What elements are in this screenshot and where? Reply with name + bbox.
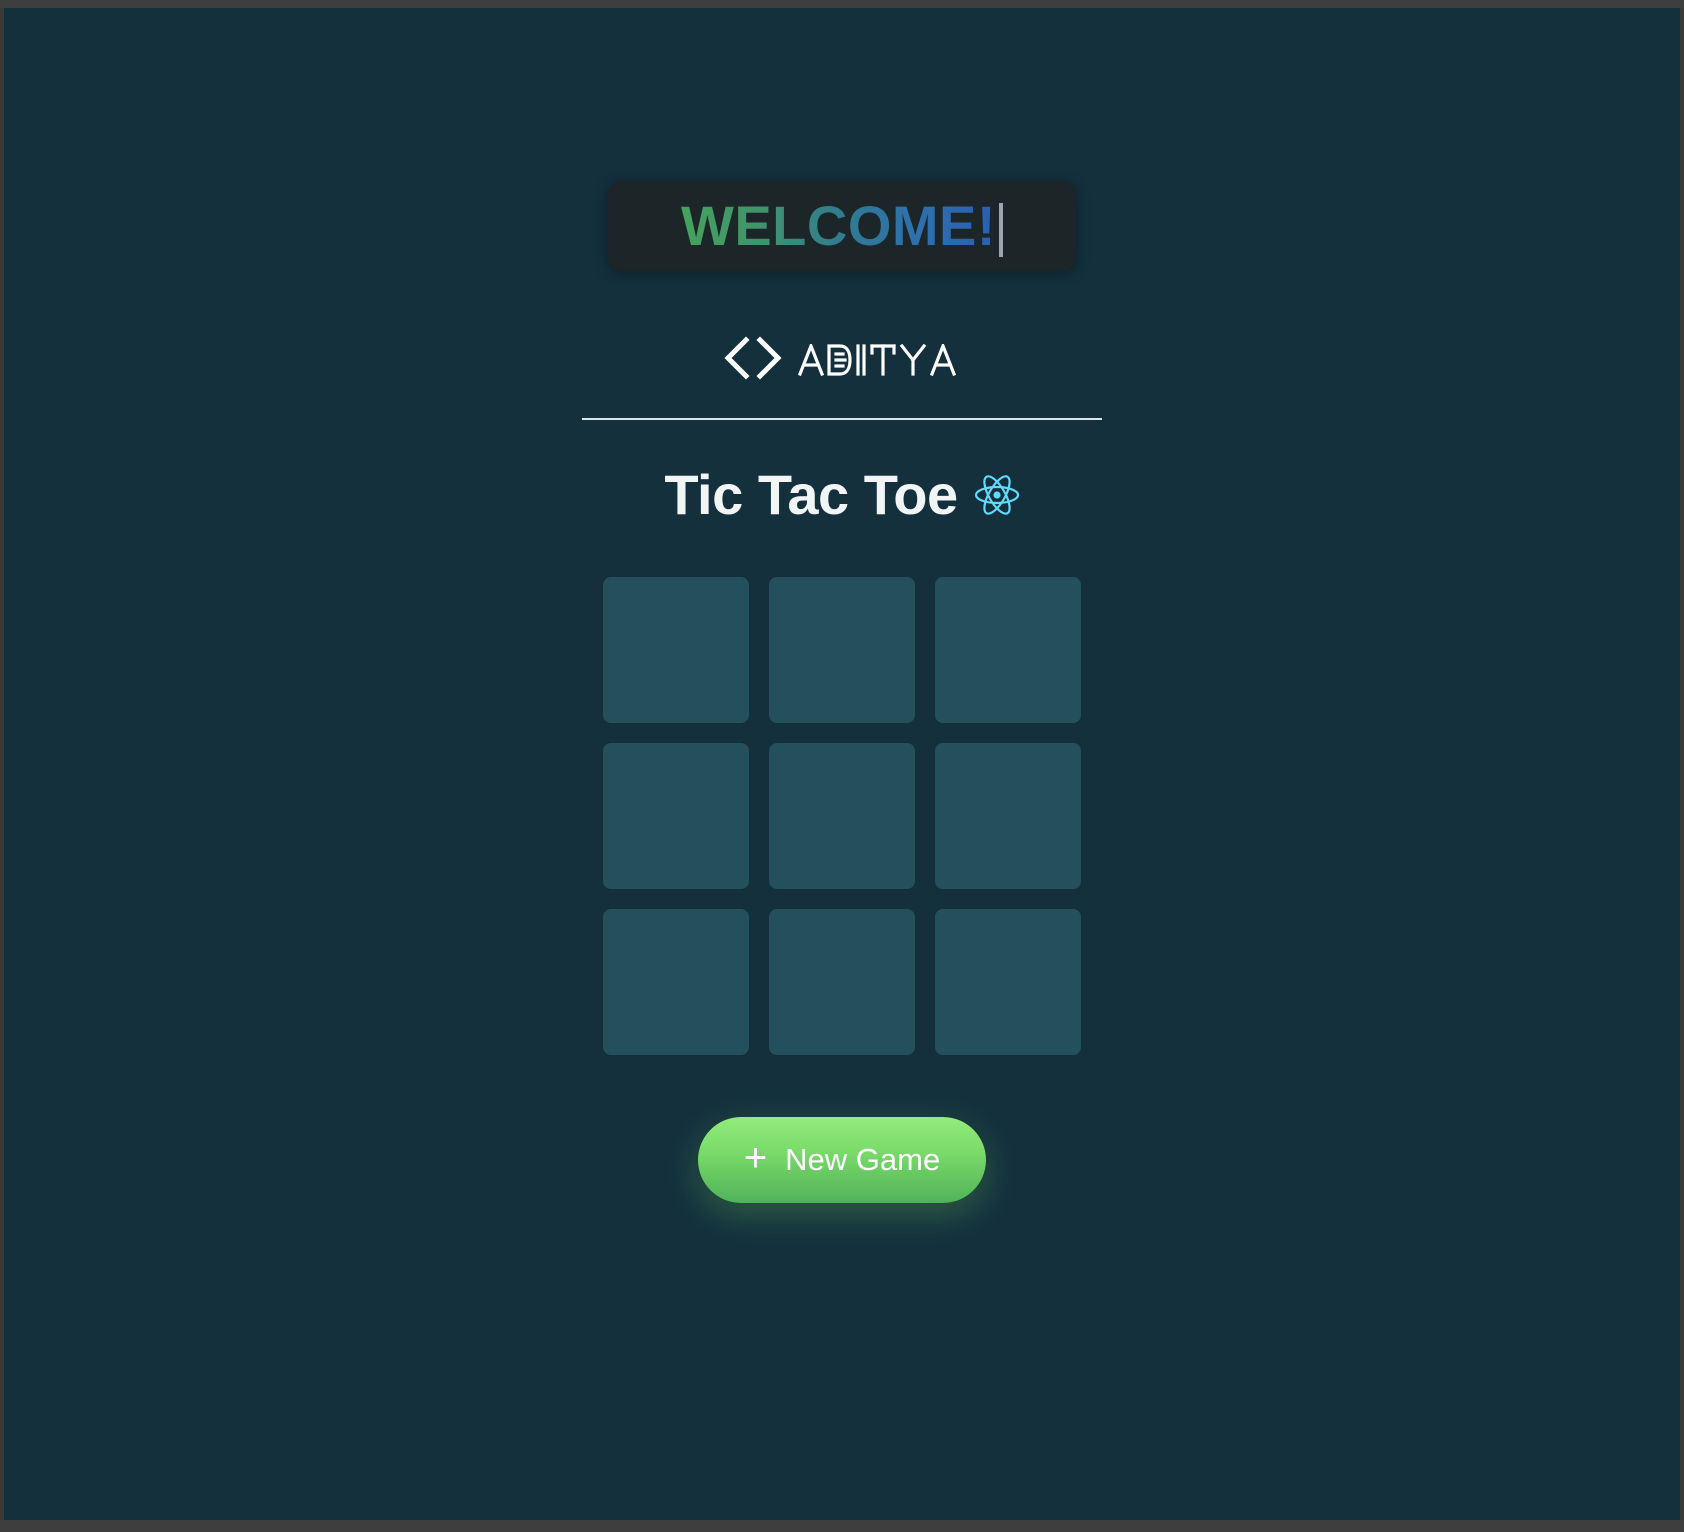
- code-chevrons-icon: [722, 335, 784, 385]
- board-cell-2[interactable]: [935, 577, 1081, 723]
- divider: [582, 418, 1102, 420]
- window-edge-right: [1680, 8, 1684, 1520]
- board-cell-4[interactable]: [769, 743, 915, 889]
- board-cell-6[interactable]: [603, 909, 749, 1055]
- welcome-text: WELCOME!: [680, 194, 997, 257]
- new-game-button[interactable]: + New Game: [698, 1117, 986, 1203]
- new-game-label: New Game: [785, 1142, 941, 1177]
- welcome-banner: WELCOME!: [608, 181, 1076, 271]
- board-cell-5[interactable]: [935, 743, 1081, 889]
- board-cell-0[interactable]: [603, 577, 749, 723]
- board-cell-1[interactable]: [769, 577, 915, 723]
- board-cell-3[interactable]: [603, 743, 749, 889]
- typing-caret: [999, 203, 1004, 257]
- react-logo-icon: [974, 474, 1020, 516]
- game-board: [603, 577, 1081, 1055]
- brand-name: [798, 344, 962, 376]
- plus-icon: +: [743, 1136, 768, 1180]
- page-root: WELCOME! Tic Tac Toe + New Game: [4, 8, 1680, 1520]
- board-cell-7[interactable]: [769, 909, 915, 1055]
- game-title-row: Tic Tac Toe: [664, 462, 1019, 527]
- board-cell-8[interactable]: [935, 909, 1081, 1055]
- brand-logo[interactable]: [722, 335, 962, 385]
- app-frame: WELCOME! Tic Tac Toe + New Game: [0, 8, 1684, 1520]
- page-title: Tic Tac Toe: [664, 463, 958, 526]
